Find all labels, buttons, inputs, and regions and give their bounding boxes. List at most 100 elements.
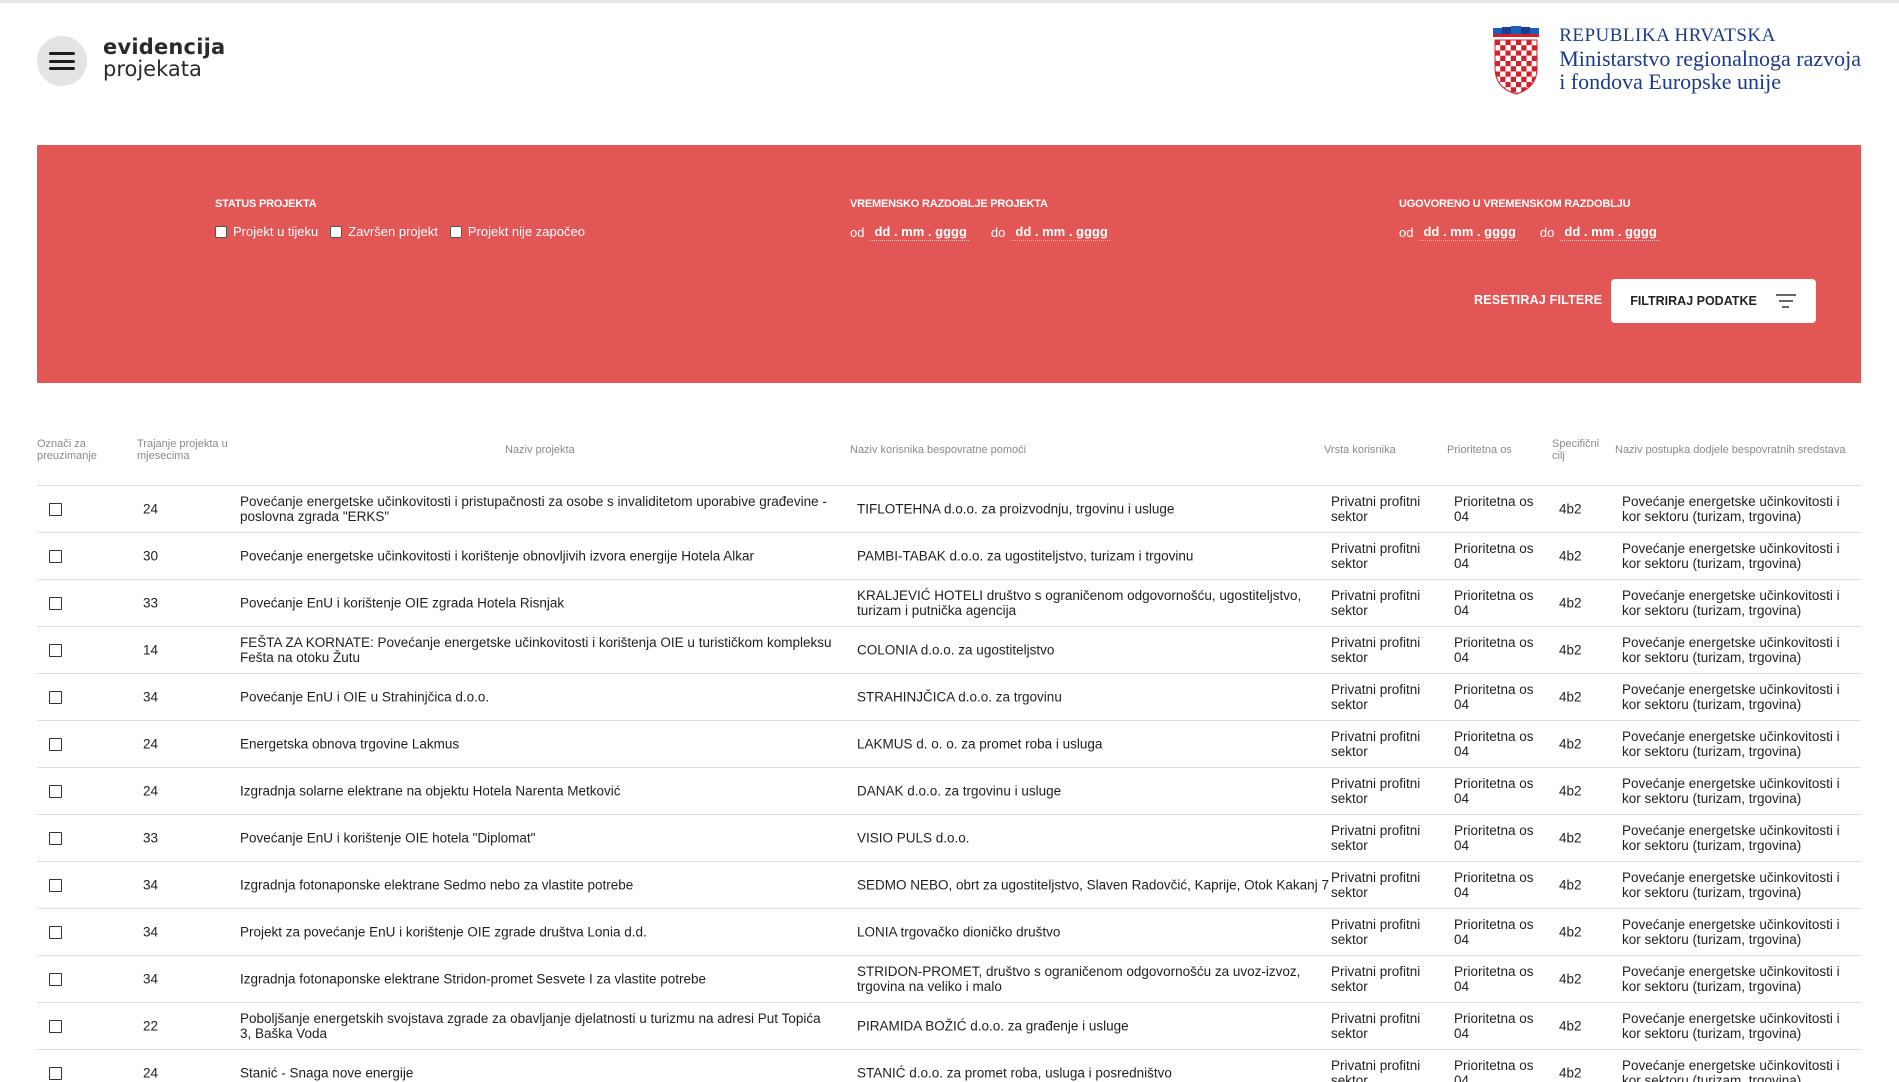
header-procedure[interactable]: Naziv postupka dodjele bespovratnih sred… [1615, 444, 1846, 456]
table-row: 34 Povećanje EnU i OIE u Strahinjčica d.… [37, 674, 1861, 721]
row-select-checkbox[interactable] [49, 550, 62, 563]
header-specific-goal[interactable]: Specifični cilj [1552, 438, 1608, 462]
row-specific-goal: 4b2 [1559, 783, 1582, 799]
status-checkbox-in-progress[interactable]: Projekt u tijeku [215, 224, 318, 239]
row-priority-axis: Prioritetna os 04 [1454, 776, 1534, 806]
row-procedure: Povećanje energetske učinkovitosti i kor… [1622, 1011, 1840, 1041]
row-priority-axis: Prioritetna os 04 [1454, 823, 1534, 853]
row-beneficiary: SEDMO NEBO, obrt za ugostiteljstvo, Slav… [857, 877, 1329, 893]
row-beneficiary: STRAHINJČICA d.o.o. za trgovinu [857, 689, 1062, 705]
row-duration: 33 [143, 830, 159, 846]
checkbox-icon[interactable] [215, 225, 227, 238]
row-select-checkbox[interactable] [49, 738, 62, 751]
row-project-name[interactable]: Povećanje EnU i korištenje OIE hotela "D… [240, 831, 835, 846]
row-procedure: Povećanje energetske učinkovitosti i kor… [1622, 823, 1840, 853]
logo-line-1: evidencija [103, 35, 226, 59]
row-project-name[interactable]: Povećanje EnU i OIE u Strahinjčica d.o.o… [240, 690, 835, 705]
status-checkbox-not-started[interactable]: Projekt nije započeo [449, 224, 585, 239]
row-project-name[interactable]: Povećanje EnU i korištenje OIE zgrada Ho… [240, 596, 835, 611]
app-logo[interactable]: evidencija projekata [103, 36, 225, 80]
row-procedure: Povećanje energetske učinkovitosti i kor… [1622, 494, 1840, 524]
table-body: 24 Povećanje energetske učinkovitosti i … [37, 486, 1861, 1082]
row-select-checkbox[interactable] [49, 926, 62, 939]
project-period-title: VREMENSKO RAZDOBLJE PROJEKTA [850, 198, 1048, 210]
row-priority-axis: Prioritetna os 04 [1454, 635, 1534, 665]
checkbox-icon[interactable] [330, 225, 343, 238]
row-duration: 24 [143, 1065, 159, 1081]
contracted-from-date-input[interactable]: dd . mm . gggg [1419, 224, 1518, 241]
contracted-to-date-input[interactable]: dd . mm . gggg [1560, 224, 1659, 241]
row-beneficiary-type: Privatni profitni sektor [1331, 729, 1421, 759]
table-row: 24 Energetska obnova trgovine Lakmus LAK… [37, 721, 1861, 768]
row-priority-axis: Prioritetna os 04 [1454, 917, 1534, 947]
project-period-from-date-input[interactable]: dd . mm . gggg [870, 224, 969, 241]
header-priority-axis[interactable]: Prioritetna os [1447, 444, 1512, 456]
row-project-name[interactable]: Izgradnja fotonaponske elektrane Sedmo n… [240, 878, 835, 893]
row-select-checkbox[interactable] [49, 597, 62, 610]
row-beneficiary: VISIO PULS d.o.o. [857, 830, 970, 846]
top-border [0, 0, 1899, 3]
logo-line-2: projekata [103, 57, 202, 81]
row-beneficiary-type: Privatni profitni sektor [1331, 1058, 1421, 1082]
row-select-checkbox[interactable] [49, 973, 62, 986]
row-specific-goal: 4b2 [1559, 501, 1582, 517]
table-row: 30 Povećanje energetske učinkovitosti i … [37, 533, 1861, 580]
row-beneficiary: LONIA trgovačko dioničko društvo [857, 924, 1061, 940]
row-select-checkbox[interactable] [49, 691, 62, 704]
row-select-checkbox[interactable] [49, 832, 62, 845]
row-specific-goal: 4b2 [1559, 642, 1582, 658]
row-priority-axis: Prioritetna os 04 [1454, 682, 1534, 712]
row-procedure: Povećanje energetske učinkovitosti i kor… [1622, 635, 1840, 665]
table-row: 34 Izgradnja fotonaponske elektrane Stri… [37, 956, 1861, 1003]
row-specific-goal: 4b2 [1559, 548, 1582, 564]
ministry-logo: REPUBLIKA HRVATSKA Ministarstvo regional… [1491, 24, 1861, 96]
row-project-name[interactable]: Poboljšanje energetskih svojstava zgrade… [240, 1011, 835, 1041]
header-beneficiary[interactable]: Naziv korisnika bespovratne pomoći [850, 444, 1026, 456]
row-project-name[interactable]: Stanić - Snaga nove energije [240, 1066, 835, 1081]
row-beneficiary-type: Privatni profitni sektor [1331, 541, 1421, 571]
row-select-checkbox[interactable] [49, 503, 62, 516]
hamburger-menu-button[interactable] [37, 36, 87, 86]
row-project-name[interactable]: Izgradnja solarne elektrane na objektu H… [240, 784, 835, 799]
table-row: 24 Stanić - Snaga nove energije STANIĆ d… [37, 1050, 1861, 1082]
status-checkbox-finished[interactable]: Završen projekt [330, 224, 438, 239]
reset-filters-button[interactable]: RESETIRAJ FILTERE [1474, 293, 1602, 307]
row-select-checkbox[interactable] [49, 644, 62, 657]
row-project-name[interactable]: Energetska obnova trgovine Lakmus [240, 737, 835, 752]
row-beneficiary-type: Privatni profitni sektor [1331, 823, 1421, 853]
row-project-name[interactable]: FEŠTA ZA KORNATE: Povećanje energetske u… [240, 635, 835, 665]
header-beneficiary-type[interactable]: Vrsta korisnika [1324, 444, 1396, 456]
checkbox-icon[interactable] [449, 225, 462, 238]
row-duration: 30 [143, 548, 159, 564]
from-label: od [850, 225, 865, 240]
row-procedure: Povećanje energetske učinkovitosti i kor… [1622, 1058, 1840, 1082]
table-row: 14 FEŠTA ZA KORNATE: Povećanje energetsk… [37, 627, 1861, 674]
row-select-checkbox[interactable] [49, 879, 62, 892]
croatian-coat-of-arms-icon [1493, 26, 1540, 95]
row-procedure: Povećanje energetske učinkovitosti i kor… [1622, 588, 1840, 618]
table-row: 33 Povećanje EnU i korištenje OIE zgrada… [37, 580, 1861, 627]
header-duration[interactable]: Trajanje projekta u mjesecima [137, 438, 237, 462]
row-project-name[interactable]: Povećanje energetske učinkovitosti i pri… [240, 494, 835, 524]
row-select-checkbox[interactable] [49, 1067, 62, 1080]
row-duration: 14 [143, 642, 159, 658]
checkbox-label: Završen projekt [348, 224, 438, 239]
row-duration: 34 [143, 689, 159, 705]
header-project-name[interactable]: Naziv projekta [505, 444, 575, 456]
row-specific-goal: 4b2 [1559, 1018, 1582, 1034]
row-project-name[interactable]: Povećanje energetske učinkovitosti i kor… [240, 549, 835, 564]
filter-panel: STATUS PROJEKTA Projekt u tijeku Završen… [37, 145, 1861, 383]
row-beneficiary-type: Privatni profitni sektor [1331, 682, 1421, 712]
contracted-period-filter-group: UGOVORENO U VREMENSKOM RAZDOBLJU od dd .… [1399, 198, 1681, 241]
row-project-name[interactable]: Projekt za povećanje EnU i korištenje OI… [240, 925, 835, 940]
row-project-name[interactable]: Izgradnja fotonaponske elektrane Stridon… [240, 972, 835, 987]
row-select-checkbox[interactable] [49, 1020, 62, 1033]
row-specific-goal: 4b2 [1559, 971, 1582, 987]
row-select-checkbox[interactable] [49, 785, 62, 798]
row-specific-goal: 4b2 [1559, 595, 1582, 611]
row-procedure: Povećanje energetske učinkovitosti i kor… [1622, 870, 1840, 900]
row-beneficiary: TIFLOTEHNA d.o.o. za proizvodnju, trgovi… [857, 501, 1175, 517]
apply-filters-button[interactable]: FILTRIRAJ PODATKE [1611, 279, 1816, 323]
row-procedure: Povećanje energetske učinkovitosti i kor… [1622, 729, 1840, 759]
project-period-to-date-input[interactable]: dd . mm . gggg [1011, 224, 1110, 241]
